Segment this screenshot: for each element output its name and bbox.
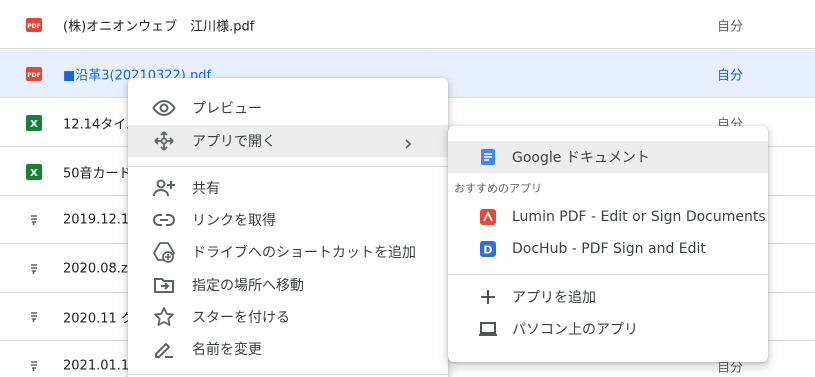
- submenu-item-add-app[interactable]: アプリを追加: [448, 281, 768, 313]
- pdf-icon: PDF: [26, 66, 42, 82]
- svg-text:PDF: PDF: [27, 23, 40, 30]
- menu-item-add-shortcut[interactable]: ドライブへのショートカットを追加: [128, 236, 448, 268]
- menu-item-share[interactable]: 共有: [128, 172, 448, 204]
- file-row[interactable]: PDF (株)オニオンウェブ 江川様.pdf 自分: [0, 1, 815, 49]
- pdf-icon: PDF: [26, 17, 42, 33]
- menu-item-label: プレビュー: [192, 101, 262, 117]
- drive-shortcut-icon: [152, 240, 176, 264]
- file-icon: [26, 309, 42, 325]
- eye-icon: [152, 96, 176, 120]
- context-menu: プレビュー アプリで開く 共有 リンクを取得 ドライブへのショートカットを追加 …: [128, 78, 448, 377]
- google-docs-icon: [476, 145, 500, 169]
- move-to-folder-icon: [152, 273, 176, 297]
- submenu-item-lumin-pdf[interactable]: Lumin PDF - Edit or Sign Documents: [448, 201, 768, 233]
- menu-divider: [128, 374, 448, 375]
- file-name: 2020.11 ク: [63, 311, 134, 326]
- menu-item-label: リンクを取得: [192, 213, 276, 229]
- svg-text:X: X: [30, 168, 38, 179]
- link-icon: [152, 208, 176, 232]
- svg-text:X: X: [30, 119, 38, 130]
- file-icon: [26, 261, 42, 277]
- lumin-pdf-icon: [476, 205, 500, 229]
- file-name: 50音カード: [63, 166, 132, 181]
- suggested-apps-heading: おすすめのアプリ: [454, 182, 542, 195]
- file-owner: 自分: [717, 68, 744, 83]
- plus-icon: [476, 285, 500, 309]
- menu-item-open-with[interactable]: アプリで開く: [128, 125, 448, 157]
- file-name: 2019.12.14: [63, 212, 138, 227]
- file-owner: 自分: [717, 19, 744, 34]
- menu-divider: [128, 166, 448, 167]
- menu-item-preview[interactable]: プレビュー: [128, 92, 448, 124]
- open-with-submenu: Google ドキュメント おすすめのアプリ Lumin PDF - Edit …: [448, 126, 768, 362]
- sheets-icon: X: [26, 163, 42, 180]
- menu-item-add-star[interactable]: スターを付ける: [128, 301, 448, 333]
- menu-item-label: スターを付ける: [192, 310, 290, 326]
- file-icon: [26, 358, 42, 374]
- menu-item-label: アプリで開く: [192, 134, 276, 150]
- laptop-icon: [476, 317, 500, 341]
- file-icon: [26, 212, 42, 228]
- drive-file-list-view: PDF (株)オニオンウェブ 江川様.pdf 自分 PDF ■沿革3(20210…: [0, 0, 815, 377]
- menu-item-get-link[interactable]: リンクを取得: [128, 204, 448, 236]
- move-arrows-icon: [152, 129, 176, 153]
- menu-divider: [448, 274, 768, 275]
- person-add-icon: [152, 176, 176, 200]
- svg-text:PDF: PDF: [27, 72, 40, 79]
- submenu-item-dochub[interactable]: D DocHub - PDF Sign and Edit: [448, 233, 768, 265]
- menu-item-label: 指定の場所へ移動: [192, 278, 304, 294]
- menu-item-move-to[interactable]: 指定の場所へ移動: [128, 269, 448, 301]
- star-outline-icon: [152, 305, 176, 329]
- menu-item-label: Lumin PDF - Edit or Sign Documents: [512, 209, 766, 225]
- menu-item-rename[interactable]: 名前を変更: [128, 333, 448, 365]
- sheets-icon: X: [26, 114, 42, 131]
- pencil-icon: [152, 337, 176, 361]
- file-name: (株)オニオンウェブ 江川様.pdf: [63, 19, 255, 34]
- file-name: 2021.01.11: [63, 358, 138, 373]
- submenu-item-google-docs[interactable]: Google ドキュメント: [448, 141, 768, 173]
- submenu-item-desktop-apps[interactable]: パソコン上のアプリ: [448, 313, 768, 345]
- chevron-right-icon: [402, 135, 414, 149]
- menu-item-label: Google ドキュメント: [512, 150, 650, 166]
- menu-item-label: アプリを追加: [512, 290, 596, 306]
- menu-item-label: 共有: [192, 181, 220, 197]
- menu-item-label: パソコン上のアプリ: [512, 322, 638, 338]
- menu-item-label: DocHub - PDF Sign and Edit: [512, 241, 706, 257]
- svg-text:D: D: [483, 244, 492, 257]
- menu-item-label: ドライブへのショートカットを追加: [192, 245, 416, 261]
- dochub-icon: D: [476, 237, 500, 261]
- menu-item-label: 名前を変更: [192, 342, 262, 358]
